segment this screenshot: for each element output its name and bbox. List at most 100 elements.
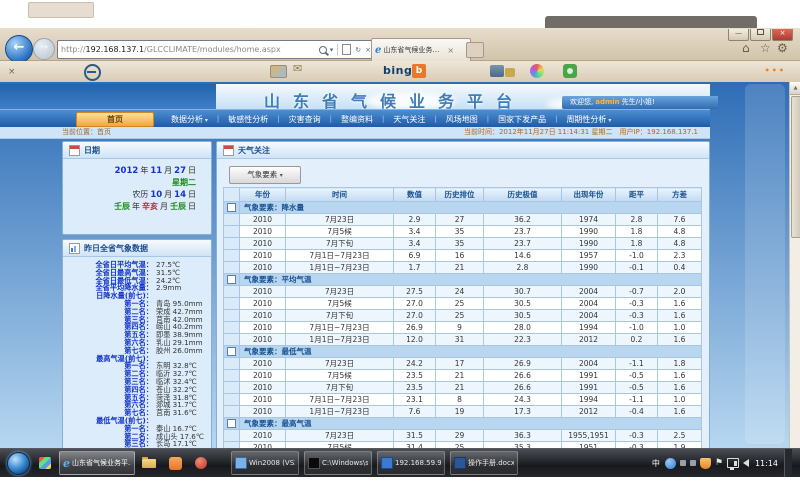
action-center-flag-icon[interactable]: ⚑	[715, 458, 723, 468]
table-cell: 1990	[562, 238, 616, 250]
show-desktop-button[interactable]	[784, 449, 792, 477]
table-cell: 1.8	[616, 238, 658, 250]
nav-item-3[interactable]: 敏感性分析	[219, 114, 277, 125]
taskbar-window-label: Win2008 (VS2...	[249, 459, 295, 467]
forward-button[interactable]: →	[33, 38, 55, 60]
taskbar-window-2[interactable]: C:\Windows\s...	[304, 451, 372, 475]
weekday: 星期二	[63, 177, 197, 189]
scrollbar-thumb[interactable]	[791, 96, 800, 238]
taskbar-media-button[interactable]	[189, 452, 213, 474]
table-row: 20107月23日31.52936.31955,1951-0.32.5	[224, 430, 702, 442]
home-icon[interactable]: ⌂	[742, 41, 750, 55]
element-dropdown-button[interactable]: 气象要素 ▾	[229, 166, 301, 184]
lunar-date: 农历10月14日	[63, 189, 197, 201]
word-doc-icon	[454, 457, 466, 469]
vertical-scrollbar[interactable]: ▲	[789, 82, 800, 448]
address-bar[interactable]: http://192.168.137.1/GLCCLIMATE/modules/…	[57, 40, 377, 59]
compatibility-view-icon[interactable]	[342, 44, 351, 55]
start-button[interactable]	[7, 452, 30, 475]
table-cell: 1990	[562, 226, 616, 238]
messenger-icon[interactable]	[665, 458, 676, 469]
column-header: 方差	[658, 188, 702, 202]
new-tab-button[interactable]	[466, 42, 484, 58]
taskbar-app-orange-button[interactable]	[163, 452, 187, 474]
globe-icon[interactable]	[563, 64, 577, 78]
group-checkbox[interactable]	[227, 275, 236, 284]
camera-icon[interactable]	[490, 65, 504, 77]
chevron-down-icon[interactable]: ▾	[330, 46, 334, 54]
back-button[interactable]: ←	[5, 35, 33, 63]
url-prefix: http://	[61, 45, 86, 54]
nav-item-9[interactable]: 周期性分析 ▾	[557, 114, 620, 125]
nav-item-4[interactable]: 灾害查询	[280, 114, 330, 125]
group-checkbox[interactable]	[227, 347, 236, 356]
minimize-button[interactable]: —	[728, 29, 749, 41]
row-leading-cell	[224, 370, 240, 382]
close-button[interactable]: ×	[772, 29, 793, 41]
taskbar-windows: Win2008 (VS2... C:\Windows\s... 192.168.59…	[231, 451, 523, 475]
table-cell: 2010	[240, 298, 286, 310]
search-icon[interactable]	[319, 46, 327, 54]
browser-tab[interactable]: e 山东省气候业务平... ×	[371, 38, 471, 61]
tray-app-icon[interactable]	[690, 460, 696, 466]
nav-item-7[interactable]: 风场地图	[437, 114, 487, 125]
row-leading-cell	[224, 322, 240, 334]
folder-icon	[142, 459, 156, 468]
tray-app-icon[interactable]	[680, 460, 686, 466]
tab-close-icon[interactable]: ×	[447, 46, 454, 55]
welcome-suffix: 先生/小姐!	[622, 98, 655, 106]
taskbar-window-1[interactable]: Win2008 (VS2...	[231, 451, 299, 475]
taskbar-ie-button[interactable]: e 山东省气候业务平...	[59, 451, 135, 475]
chart-icon	[69, 243, 80, 254]
network-icon[interactable]	[727, 458, 739, 468]
maximize-button[interactable]	[750, 29, 771, 41]
table-cell: 1.0	[658, 394, 702, 406]
more-options-icon[interactable]: •••	[765, 66, 786, 75]
card-icon[interactable]	[270, 65, 287, 78]
clock[interactable]: 11:14	[755, 459, 778, 468]
location-value[interactable]: 首页	[97, 128, 111, 136]
table-cell: 24.2	[394, 358, 436, 370]
table-cell: 2.9	[394, 214, 436, 226]
security-shield-icon[interactable]	[700, 458, 711, 469]
table-row: 20107月1日~7月23日26.9928.01994-1.01.0	[224, 322, 702, 334]
app-icon	[169, 457, 182, 470]
volume-icon[interactable]	[743, 459, 749, 467]
taskbar-window-label: C:\Windows\s...	[322, 459, 368, 467]
wallet-icon[interactable]	[505, 68, 515, 77]
row-leading-cell	[224, 286, 240, 298]
bing-search-icon[interactable]: b	[412, 64, 426, 78]
table-cell: 29	[436, 430, 484, 442]
pinned-app-icon[interactable]	[39, 457, 51, 469]
table-row: 20107月下旬23.52126.61991-0.51.6	[224, 382, 702, 394]
nav-items: 数据分析 ▾|敏感性分析|灾害查询|整编资料|天气关注|风场地图|国家下发产品|…	[162, 110, 620, 128]
favorites-star-icon[interactable]: ☆	[760, 41, 771, 55]
refresh-icon[interactable]: ↻	[355, 46, 361, 54]
nav-item-8[interactable]: 国家下发产品	[489, 114, 555, 125]
tools-gear-icon[interactable]: ⚙	[777, 41, 788, 55]
table-cell: 27.5	[394, 286, 436, 298]
mail-icon[interactable]: ✉	[293, 62, 302, 75]
group-checkbox[interactable]	[227, 203, 236, 212]
nav-item-5[interactable]: 整编资料	[332, 114, 382, 125]
block-icon[interactable]	[84, 64, 101, 81]
welcome-prefix: 欢迎您,	[570, 98, 593, 106]
table-cell: 23.7	[484, 226, 562, 238]
nav-item-6[interactable]: 天气关注	[384, 114, 434, 125]
taskbar-window-4[interactable]: 操作手册.docx ...	[450, 451, 518, 475]
ganzhi-date: 壬辰年辛亥月壬辰日	[63, 201, 197, 213]
table-cell: 2010	[240, 370, 286, 382]
scroll-up-arrow[interactable]: ▲	[790, 82, 800, 95]
table-cell: 12.0	[394, 334, 436, 346]
taskbar-explorer-button[interactable]	[137, 452, 161, 474]
group-checkbox[interactable]	[227, 419, 236, 428]
nav-item-home[interactable]: 首页	[76, 112, 154, 127]
ime-indicator[interactable]: 中	[652, 458, 660, 469]
group-title: 气象要素：平均气温	[240, 274, 702, 286]
taskbar-window-3[interactable]: 192.168.59.99...	[377, 451, 445, 475]
table-cell: 3.4	[394, 226, 436, 238]
toolbar-close-icon[interactable]: ×	[8, 67, 16, 77]
nav-item-2[interactable]: 数据分析 ▾	[162, 114, 217, 125]
palette-icon[interactable]	[530, 64, 544, 78]
table-cell: 1.6	[658, 382, 702, 394]
